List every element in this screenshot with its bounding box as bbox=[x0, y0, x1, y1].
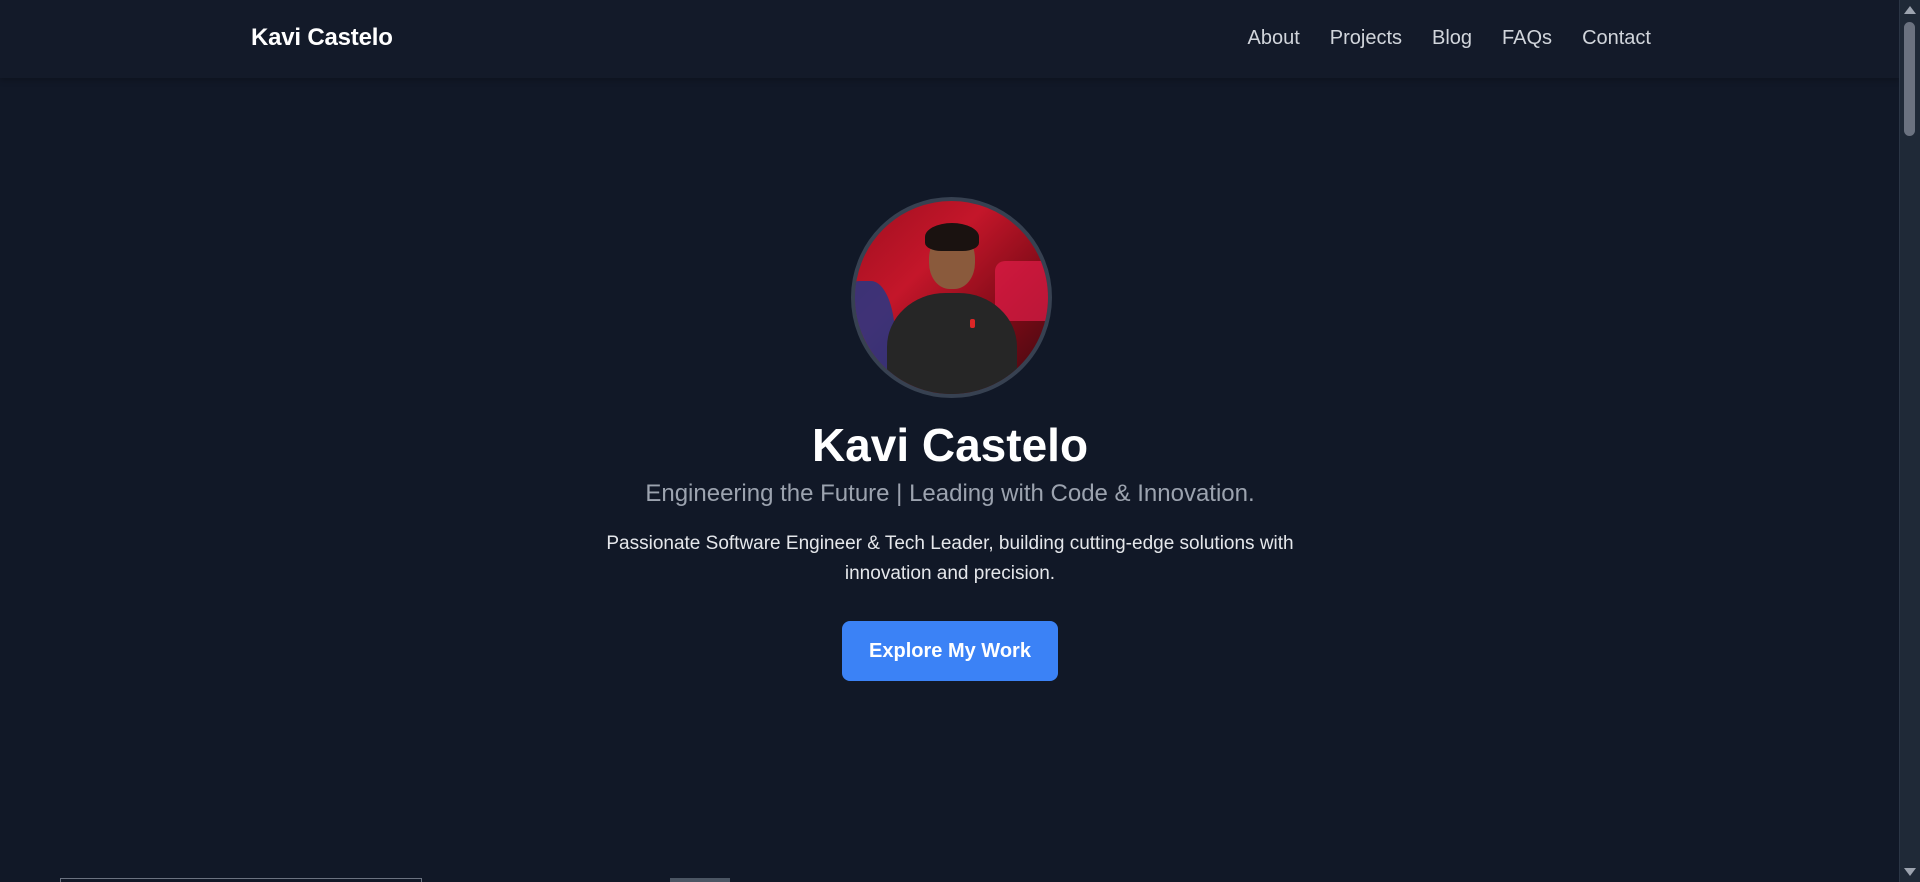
scrollbar-thumb[interactable] bbox=[1904, 22, 1915, 136]
nav-link-about[interactable]: About bbox=[1248, 27, 1300, 50]
scroll-up-arrow-icon[interactable] bbox=[1904, 6, 1916, 14]
profile-avatar bbox=[851, 197, 1052, 398]
shirt-logo-icon bbox=[970, 319, 975, 328]
nav-link-faqs[interactable]: FAQs bbox=[1502, 27, 1552, 50]
nav-link-projects[interactable]: Projects bbox=[1330, 27, 1402, 50]
explore-work-button[interactable]: Explore My Work bbox=[842, 621, 1058, 681]
next-section-edge bbox=[670, 878, 730, 882]
nav-links: About Projects Blog FAQs Contact bbox=[1248, 27, 1652, 50]
page-scrollbar[interactable] bbox=[1899, 0, 1920, 882]
scroll-down-arrow-icon[interactable] bbox=[1904, 868, 1916, 876]
hero-name: Kavi Castelo bbox=[811, 419, 1089, 471]
navbar: Kavi Castelo About Projects Blog FAQs Co… bbox=[0, 0, 1900, 78]
site-brand[interactable]: Kavi Castelo bbox=[251, 24, 393, 52]
nav-link-blog[interactable]: Blog bbox=[1432, 27, 1472, 50]
page: Kavi Castelo About Projects Blog FAQs Co… bbox=[0, 0, 1920, 882]
hero-tagline: Engineering the Future | Leading with Co… bbox=[645, 480, 1255, 507]
avatar-hair bbox=[925, 223, 979, 251]
next-section-edge bbox=[60, 878, 422, 882]
avatar-body bbox=[887, 293, 1017, 394]
nav-link-contact[interactable]: Contact bbox=[1582, 27, 1651, 50]
hero-description: Passionate Software Engineer & Tech Lead… bbox=[606, 533, 1294, 584]
